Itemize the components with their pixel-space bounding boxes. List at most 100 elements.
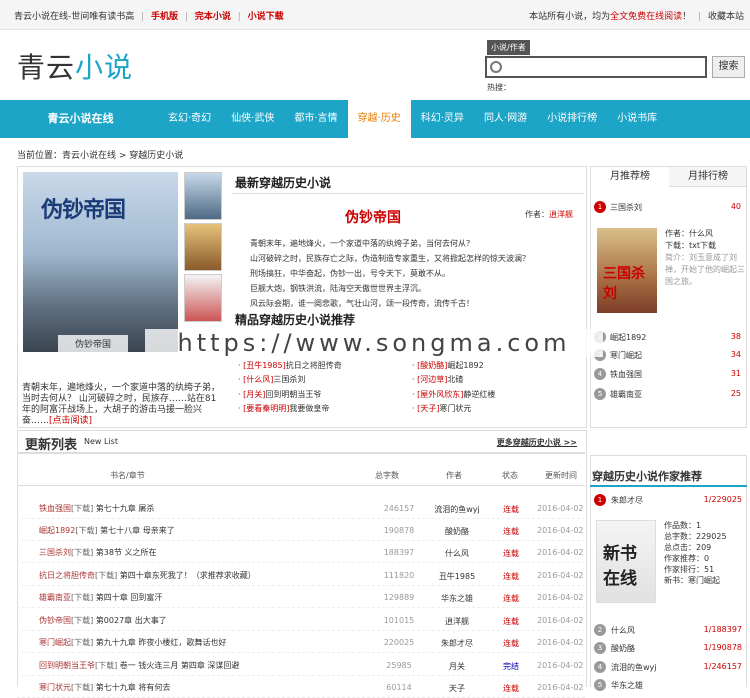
chapter-link[interactable]: 第七十八章 母亲来了 [100, 526, 175, 535]
author-name: 华东之雄 [611, 681, 643, 690]
author[interactable]: 朱郎才尽 [427, 638, 487, 649]
book-link[interactable]: 抗日之将胆传奇 [39, 571, 95, 580]
author-item[interactable]: 1 朱郎才尽 1/229025 [594, 492, 744, 508]
update-date: 2016-04-02 [537, 548, 584, 557]
more-history-link[interactable]: 更多穿越历史小说 >> [497, 437, 577, 448]
author-book-cover[interactable]: 新书 在线 [596, 520, 656, 603]
rec-item[interactable]: · [河边草]北碴 [412, 374, 463, 385]
thumbnail[interactable] [184, 274, 222, 322]
nav-item-history[interactable]: 穿越·历史 [347, 100, 411, 138]
download-flag[interactable]: [下载] [75, 526, 97, 535]
chapter-link[interactable]: 第四十章东死我了！（求推荐求收藏） [120, 571, 256, 580]
bookmark-link[interactable]: 收藏本站 [708, 12, 744, 22]
book-link[interactable]: 伪钞帝国 [39, 616, 71, 625]
chapter-link[interactable]: 第七十九章 屠杀 [96, 504, 155, 513]
nav-item-wuxia[interactable]: 仙侠·武侠 [221, 100, 284, 138]
author[interactable]: 什么风 [427, 548, 487, 559]
nav-item-ranking[interactable]: 小说排行榜 [537, 100, 607, 138]
nav-item-game[interactable]: 同人·网游 [474, 100, 537, 138]
download-flag[interactable]: [下载] [71, 504, 93, 513]
book-link[interactable]: 寒门崛起 [39, 638, 71, 647]
author-stat: 1/229025 [703, 495, 742, 504]
status: 连载 [503, 527, 519, 536]
rec-name: 崛起1892 [447, 361, 484, 370]
rank-item[interactable]: 1 三国杀刘 40 [593, 199, 743, 216]
download-flag[interactable]: [下载] [71, 616, 93, 625]
rank-item[interactable]: 2崛起189238 [593, 329, 743, 346]
search-input[interactable] [485, 56, 707, 78]
download-flag[interactable]: [下载] [71, 638, 93, 647]
chapter-link[interactable]: 第四十章 回到富汗 [96, 593, 163, 602]
search-scope-tag[interactable]: 小说/作者 [487, 40, 530, 55]
book-link[interactable]: 雄霸南亚 [39, 593, 71, 602]
author-item[interactable]: 4 流泪的鱼wyj 1/246157 [594, 659, 744, 675]
author-name[interactable]: 逍洋舰 [549, 210, 573, 219]
author-info-line[interactable]: 新书：寒门崛起 [664, 575, 746, 586]
col-header-status: 状态 [502, 471, 518, 480]
rec-item[interactable]: · [要看秦明明]我要做皇帝 [238, 403, 329, 414]
nav-home[interactable]: 青云小说在线 [18, 100, 143, 138]
book-link[interactable]: 回到明朝当王爷 [39, 661, 95, 670]
tab-monthly-ranking[interactable]: 月排行榜 [669, 167, 747, 187]
nav-item-library[interactable]: 小说书库 [607, 100, 667, 138]
chapter-link[interactable]: 第七十九章 将有何去 [96, 683, 171, 692]
author[interactable]: 月关 [427, 661, 487, 672]
chapter-link[interactable]: 第38节 义之所在 [96, 548, 157, 557]
author[interactable]: 丑牛1985 [427, 571, 487, 582]
download-flag[interactable]: [下载] [95, 571, 117, 580]
nav-item-scifi[interactable]: 科幻·灵异 [411, 100, 474, 138]
rec-category: [月关] [243, 390, 266, 399]
download-flag[interactable]: [下载] [95, 661, 117, 670]
search-button[interactable]: 搜索 [712, 56, 745, 78]
rec-item[interactable]: · [丑牛1985]抗日之将胆传奇 [238, 360, 342, 371]
nav-item-fantasy[interactable]: 玄幻·奇幻 [158, 100, 221, 138]
rank-info-download[interactable]: 下载：txt下载 [665, 240, 747, 252]
rec-category: [天子] [417, 404, 440, 413]
rec-item[interactable]: · [酸奶酪]崛起1892 [412, 360, 484, 371]
author-label: 作者： [525, 210, 549, 219]
rec-item[interactable]: · [什么风]三国杀刘 [238, 374, 305, 385]
rec-item[interactable]: · [天子]寒门状元 [412, 403, 471, 414]
chapter-link[interactable]: 第九十九章 昨夜小楼红，歌舞话也好 [96, 638, 227, 647]
book-link[interactable]: 三国杀刘 [39, 548, 71, 557]
author[interactable]: 流泪的鱼wyj [427, 504, 487, 515]
download-flag[interactable]: [下载] [71, 683, 93, 692]
download-flag[interactable]: [下载] [71, 548, 93, 557]
author[interactable]: 天子 [427, 683, 487, 694]
rank-number: 5 [594, 388, 606, 400]
author-item[interactable]: 5 华东之雄 [594, 677, 744, 693]
download-link[interactable]: 小说下载 [248, 12, 284, 22]
rank-name: 寒门崛起 [610, 351, 642, 360]
nav-item-urban[interactable]: 都市·言情 [284, 100, 347, 138]
author[interactable]: 逍洋舰 [427, 616, 487, 627]
rank-item[interactable]: 5 雄霸南亚 25 [593, 386, 743, 403]
chapter-link[interactable]: 卷一 钱火连三月 第四章 深谋回避 [120, 661, 240, 670]
word-count: 101015 [383, 616, 415, 625]
author[interactable]: 酸奶酪 [427, 526, 487, 537]
book-link[interactable]: 寒门状元 [39, 683, 71, 692]
featured-cover[interactable]: 伪钞帝国 伪钞帝国 [23, 172, 178, 352]
rank-value: 31 [730, 369, 741, 378]
chapter-link[interactable]: 第0027章 出大事了 [96, 616, 167, 625]
featured-book-title[interactable]: 伪钞帝国 [345, 207, 401, 227]
rank-cover[interactable]: 三国杀刘 [597, 228, 657, 313]
author-item[interactable]: 3 酸奶酪 1/190878 [594, 640, 744, 656]
read-more-link[interactable]: [点击阅读] [49, 416, 92, 426]
author-item[interactable]: 2 什么风 1/188397 [594, 622, 744, 638]
notice-highlight: 全文免费在线阅读 [610, 12, 683, 22]
mobile-link[interactable]: 手机版 [151, 12, 178, 22]
rank-item[interactable]: 4 铁血强国 31 [593, 366, 743, 383]
tab-monthly-recommend[interactable]: 月推荐榜 [591, 167, 669, 187]
author[interactable]: 华东之雄 [427, 593, 487, 604]
rec-category: [丑牛1985] [243, 361, 286, 370]
rec-item[interactable]: · [屋外风欣东]静逆红楼 [412, 389, 495, 400]
completed-link[interactable]: 完本小说 [195, 12, 231, 22]
download-flag[interactable]: [下载] [71, 593, 93, 602]
site-logo[interactable]: 青云小说 [17, 46, 133, 86]
book-link[interactable]: 铁血强国 [39, 504, 71, 513]
thumbnail[interactable] [184, 223, 222, 271]
book-link[interactable]: 崛起1892 [39, 526, 75, 535]
rank-item[interactable]: 3寒门崛起34 [593, 347, 743, 364]
rec-item[interactable]: · [月关]回到明朝当王爷 [238, 389, 321, 400]
thumbnail[interactable] [184, 172, 222, 220]
